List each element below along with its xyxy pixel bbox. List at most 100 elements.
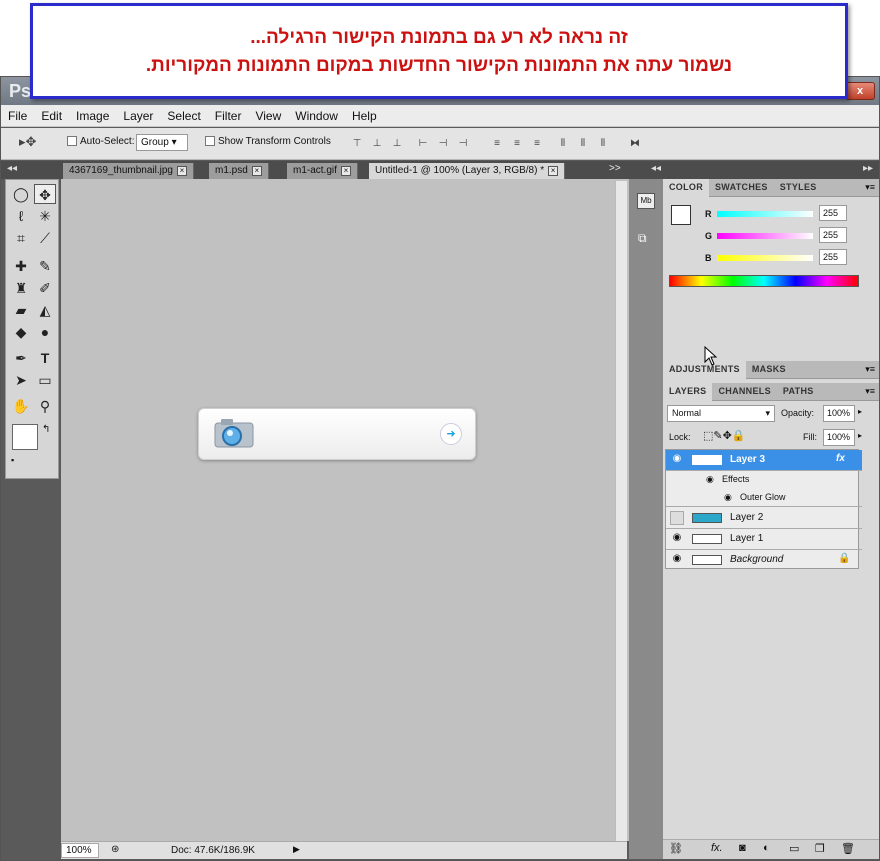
status-menu-arrow-icon[interactable]: ▶: [293, 844, 300, 855]
magic-wand-icon[interactable]: ✳: [34, 206, 56, 226]
b-slider[interactable]: [717, 255, 813, 261]
menu-layer[interactable]: Layer: [116, 105, 160, 123]
move-tool-icon[interactable]: ▸✥: [19, 134, 36, 149]
canvas-area[interactable]: [61, 179, 629, 841]
add-style-icon[interactable]: fx.: [711, 842, 723, 854]
eyedropper-icon[interactable]: ⟋: [34, 228, 56, 248]
crop-tool-icon[interactable]: ⌗: [10, 228, 32, 248]
auto-select-checkbox[interactable]: [67, 136, 77, 147]
align-hcenter-icon[interactable]: ⊣: [435, 138, 451, 150]
brush-tool-icon[interactable]: ✎: [34, 256, 56, 276]
delete-layer-icon[interactable]: 🗑: [841, 842, 855, 855]
align-right-icon[interactable]: ⊣: [455, 138, 471, 150]
go-arrow-button[interactable]: ➜: [440, 423, 462, 445]
menu-edit[interactable]: Edit: [34, 105, 69, 123]
pen-tool-icon[interactable]: ✒: [10, 348, 32, 368]
distribute-top-icon[interactable]: ≡: [489, 138, 505, 150]
vertical-scrollbar[interactable]: [615, 181, 627, 841]
blend-mode-dropdown[interactable]: Normal ▾: [667, 405, 775, 422]
align-vcenter-icon[interactable]: ⊥: [369, 138, 385, 150]
align-bottom-icon[interactable]: ⊥: [389, 138, 405, 150]
history-brush-icon[interactable]: ✐: [34, 278, 56, 298]
auto-select-dropdown[interactable]: Group ▾: [136, 134, 188, 151]
paint-bucket-icon[interactable]: ◭: [34, 300, 56, 320]
menu-help[interactable]: Help: [345, 105, 384, 123]
move-tool-icon[interactable]: ✥: [34, 184, 56, 204]
link-layers-icon[interactable]: ⛓: [669, 842, 683, 855]
path-selection-icon[interactable]: ➤: [10, 370, 32, 390]
tab-m1-psd[interactable]: m1.psd ×: [209, 163, 269, 179]
menu-view[interactable]: View: [248, 105, 288, 123]
visibility-empty-box[interactable]: [670, 511, 684, 525]
color-ramp[interactable]: [669, 275, 859, 287]
show-transform-checkbox[interactable]: [205, 136, 215, 147]
lock-icons[interactable]: ⬚✎✥🔒: [703, 429, 746, 442]
r-value[interactable]: 255: [819, 205, 847, 221]
distribute-left-icon[interactable]: ⦀: [555, 138, 571, 150]
healing-brush-icon[interactable]: ✚: [10, 256, 32, 276]
swap-colors-icon[interactable]: ↰: [42, 424, 50, 435]
adjustment-layer-icon[interactable]: ◐: [763, 842, 770, 854]
blur-tool-icon[interactable]: ◆: [10, 322, 32, 342]
menu-select[interactable]: Select: [160, 105, 207, 123]
menu-filter[interactable]: Filter: [208, 105, 249, 123]
opacity-field[interactable]: 100%: [823, 405, 855, 422]
fill-arrow-icon[interactable]: ▸: [858, 431, 862, 440]
tab-close-icon[interactable]: ×: [251, 166, 262, 176]
distribute-vcenter-icon[interactable]: ≡: [509, 138, 525, 150]
layer-row-layer-2[interactable]: Layer 2: [666, 508, 862, 529]
distribute-right-icon[interactable]: ⦀: [595, 138, 611, 150]
menu-window[interactable]: Window: [288, 105, 345, 123]
distribute-hcenter-icon[interactable]: ⦀: [575, 138, 591, 150]
menu-image[interactable]: Image: [69, 105, 116, 123]
hand-tool-icon[interactable]: ✋: [10, 396, 32, 416]
distribute-bottom-icon[interactable]: ≡: [529, 138, 545, 150]
visibility-eye-icon[interactable]: ◉: [668, 553, 686, 567]
g-value[interactable]: 255: [819, 227, 847, 243]
collapse-dock-icon[interactable]: ◂◂: [651, 163, 661, 174]
layer-name[interactable]: Layer 2: [730, 512, 763, 523]
outer-glow-eye-icon[interactable]: ◉: [724, 492, 732, 503]
foreground-color-swatch[interactable]: [12, 424, 38, 450]
fx-icon[interactable]: fx: [836, 453, 845, 464]
opacity-arrow-icon[interactable]: ▸: [858, 407, 862, 416]
status-icon[interactable]: ⊛: [111, 844, 119, 855]
mini-bridge-icon[interactable]: Mb: [637, 193, 655, 209]
menu-file[interactable]: File: [1, 105, 34, 123]
layer-outer-glow-row[interactable]: ◉ Outer Glow: [666, 489, 862, 507]
align-top-icon[interactable]: ⊤: [349, 138, 365, 150]
lasso-tool-icon[interactable]: ℓ: [10, 206, 32, 226]
g-slider[interactable]: [717, 233, 813, 239]
history-panel-icon[interactable]: ⧉: [638, 231, 647, 246]
collapse-toolbox-icon[interactable]: ◂◂: [7, 163, 17, 174]
close-button[interactable]: x: [845, 82, 875, 100]
tab-close-icon[interactable]: ×: [548, 166, 559, 176]
fg-color-chip[interactable]: [671, 205, 691, 225]
layer-effects-row[interactable]: ◉ Effects: [666, 471, 862, 489]
tab-4367169-thumbnail[interactable]: 4367169_thumbnail.jpg ×: [63, 163, 194, 179]
panel-menu-icon[interactable]: ▾≡: [865, 182, 875, 193]
layer-row-background[interactable]: ◉ Background 🔒: [666, 550, 862, 571]
layer-name[interactable]: Background: [730, 554, 783, 565]
panel-menu-icon[interactable]: ▾≡: [865, 364, 875, 375]
marquee-tool-icon[interactable]: ◯: [10, 184, 32, 204]
rectangle-tool-icon[interactable]: ▭: [34, 370, 56, 390]
visibility-eye-icon[interactable]: ◉: [668, 532, 686, 546]
expand-panels-icon[interactable]: ▸▸: [863, 163, 873, 174]
layer-name[interactable]: Layer 3: [730, 454, 765, 465]
r-slider[interactable]: [717, 211, 813, 217]
clone-stamp-icon[interactable]: ♜: [10, 278, 32, 298]
b-value[interactable]: 255: [819, 249, 847, 265]
tab-masks[interactable]: MASKS: [746, 361, 792, 379]
tab-channels[interactable]: CHANNELS: [712, 383, 776, 401]
new-layer-icon[interactable]: ❐: [815, 842, 825, 855]
align-left-icon[interactable]: ⊢: [415, 138, 431, 150]
auto-align-icon[interactable]: ⧓: [627, 138, 643, 150]
tab-swatches[interactable]: SWATCHES: [709, 179, 774, 197]
tab-paths[interactable]: PATHS: [777, 383, 820, 401]
show-transform-option[interactable]: Show Transform Controls: [205, 136, 331, 147]
tab-untitled-1[interactable]: Untitled-1 @ 100% (Layer 3, RGB/8) * ×: [369, 163, 566, 179]
type-tool-icon[interactable]: T: [34, 348, 56, 368]
fill-field[interactable]: 100%: [823, 429, 855, 446]
new-group-icon[interactable]: ▭: [789, 842, 799, 855]
